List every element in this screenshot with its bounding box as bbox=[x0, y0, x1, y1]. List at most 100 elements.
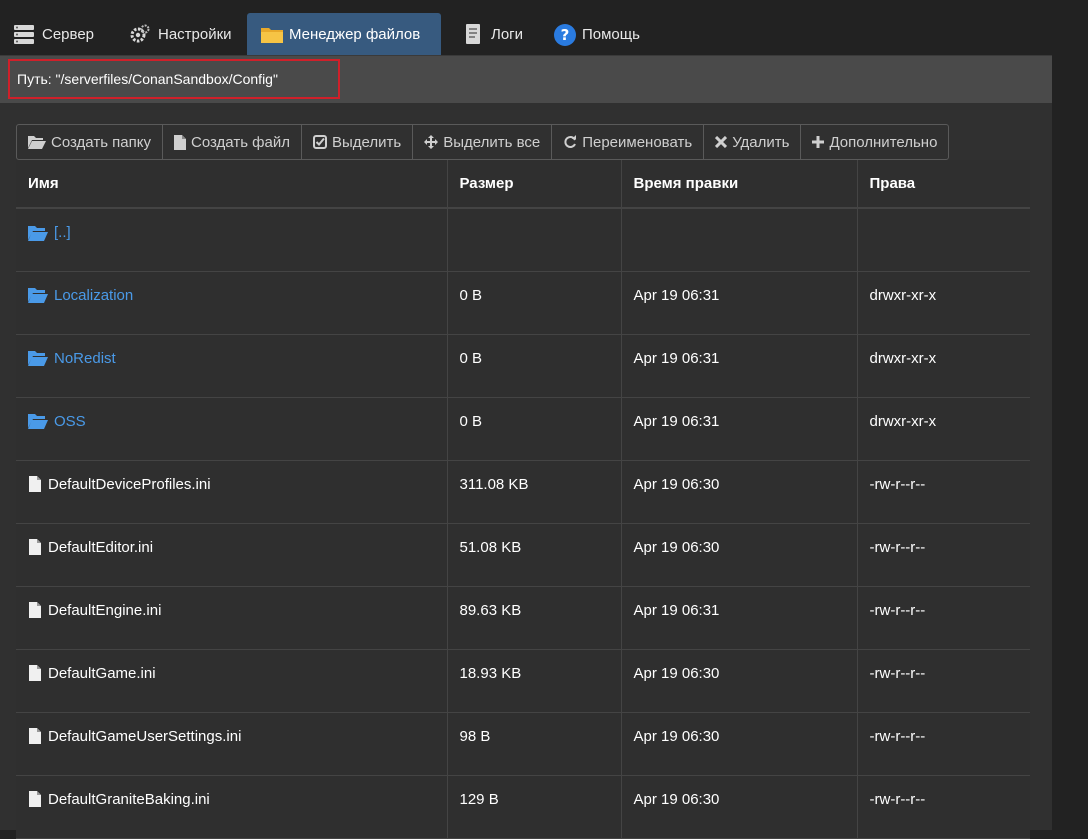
cell-size: 89.63 KB bbox=[447, 586, 622, 650]
cell-permissions: -rw-r--r-- bbox=[857, 586, 1030, 650]
file-icon bbox=[28, 665, 42, 681]
button-label: Создать папку bbox=[51, 133, 151, 151]
tab-label: Настройки bbox=[158, 25, 232, 43]
svg-text:?: ? bbox=[561, 26, 570, 44]
log-file-icon bbox=[462, 23, 484, 45]
file-name: DefaultGame.ini bbox=[48, 664, 156, 682]
cell-size: 98 B bbox=[447, 712, 622, 776]
table-row[interactable]: OSS 0 B Apr 19 06:31 drwxr-xr-x bbox=[16, 397, 1030, 461]
refresh-icon bbox=[564, 135, 577, 148]
cell-modified: Apr 19 06:30 bbox=[621, 775, 858, 839]
cell-permissions: -rw-r--r-- bbox=[857, 649, 1030, 713]
cell-permissions: -rw-r--r-- bbox=[857, 775, 1030, 839]
table-row[interactable]: DefaultGameUserSettings.ini 98 B Apr 19 06… bbox=[16, 712, 1030, 776]
folder-link[interactable]: OSS bbox=[54, 413, 86, 430]
select-all-button[interactable]: Выделить все bbox=[412, 124, 553, 160]
tab-help[interactable]: ? Помощь bbox=[540, 13, 653, 55]
table-row[interactable]: DefaultEditor.ini 51.08 KB Apr 19 06:30 -rw… bbox=[16, 523, 1030, 587]
more-button[interactable]: Дополнительно bbox=[800, 124, 950, 160]
column-header-name[interactable]: Имя bbox=[16, 160, 448, 209]
table-row[interactable]: [..] bbox=[16, 208, 1030, 272]
folder-link[interactable]: Localization bbox=[54, 287, 133, 304]
tab-label: Менеджер файлов bbox=[289, 25, 421, 43]
cell-permissions: drwxr-xr-x bbox=[857, 397, 1030, 461]
cell-name: NoRedist bbox=[16, 334, 448, 398]
cell-size: 0 B bbox=[447, 397, 622, 461]
button-label: Создать файл bbox=[191, 133, 290, 151]
file-name: DefaultEditor.ini bbox=[48, 538, 154, 556]
cell-size: 51.08 KB bbox=[447, 523, 622, 587]
rename-button[interactable]: Переименовать bbox=[551, 124, 705, 160]
file-icon bbox=[28, 539, 42, 555]
path-bar: Путь: "/serverfiles/ConanSandbox/Config" bbox=[0, 56, 1052, 103]
column-header-modified[interactable]: Время правки bbox=[621, 160, 858, 209]
file-name: DefaultGraniteBaking.ini bbox=[48, 790, 210, 808]
select-button[interactable]: Выделить bbox=[301, 124, 414, 160]
cell-size: 0 B bbox=[447, 271, 622, 335]
button-label: Переименовать bbox=[582, 133, 693, 151]
cell-name: DefaultEditor.ini bbox=[16, 523, 448, 587]
cell-name: DefaultGameUserSettings.ini bbox=[16, 712, 448, 776]
file-icon bbox=[28, 476, 42, 492]
create-file-button[interactable]: Создать файл bbox=[162, 124, 302, 160]
cell-permissions bbox=[857, 208, 1030, 272]
column-header-size[interactable]: Размер bbox=[447, 160, 622, 209]
file-icon bbox=[28, 728, 42, 744]
button-label: Выделить все bbox=[443, 133, 541, 151]
table-row[interactable]: NoRedist 0 B Apr 19 06:31 drwxr-xr-x bbox=[16, 334, 1030, 398]
create-folder-button[interactable]: Создать папку bbox=[16, 124, 163, 160]
tab-logs[interactable]: Логи bbox=[449, 13, 536, 55]
button-label: Дополнительно bbox=[829, 133, 938, 151]
file-table: Имя Размер Время правки Права [..] Locali… bbox=[16, 160, 1030, 839]
table-row[interactable]: DefaultGraniteBaking.ini 129 B Apr 19 06:3… bbox=[16, 775, 1030, 839]
folder-open-icon bbox=[28, 136, 46, 149]
folder-open-icon bbox=[28, 350, 48, 366]
cell-permissions: -rw-r--r-- bbox=[857, 712, 1030, 776]
table-row[interactable]: DefaultGame.ini 18.93 KB Apr 19 06:30 -rw-r… bbox=[16, 649, 1030, 713]
cell-name: DefaultGraniteBaking.ini bbox=[16, 775, 448, 839]
cell-name: DefaultDeviceProfiles.ini bbox=[16, 460, 448, 524]
cell-modified: Apr 19 06:31 bbox=[621, 397, 858, 461]
cell-permissions: drwxr-xr-x bbox=[857, 271, 1030, 335]
cell-name: DefaultEngine.ini bbox=[16, 586, 448, 650]
button-label: Удалить bbox=[732, 133, 790, 151]
cell-size: 18.93 KB bbox=[447, 649, 622, 713]
cell-permissions: -rw-r--r-- bbox=[857, 523, 1030, 587]
cell-modified bbox=[621, 208, 858, 272]
file-name: DefaultDeviceProfiles.ini bbox=[48, 475, 211, 493]
table-header-row: Имя Размер Время правки Права bbox=[16, 160, 1030, 209]
tab-file-manager[interactable]: Менеджер файлов bbox=[247, 13, 441, 55]
folder-open-icon bbox=[28, 225, 48, 241]
cell-size bbox=[447, 208, 622, 272]
folder-link[interactable]: [..] bbox=[54, 224, 71, 241]
folder-open-icon bbox=[28, 413, 48, 429]
cell-name: OSS bbox=[16, 397, 448, 461]
table-row[interactable]: Localization 0 B Apr 19 06:31 drwxr-xr-x bbox=[16, 271, 1030, 335]
tab-server[interactable]: Сервер bbox=[0, 13, 107, 55]
file-name: DefaultEngine.ini bbox=[48, 601, 162, 619]
cell-size: 129 B bbox=[447, 775, 622, 839]
cell-name: Localization bbox=[16, 271, 448, 335]
folder-link[interactable]: NoRedist bbox=[54, 350, 116, 367]
folder-open-icon bbox=[28, 287, 48, 303]
file-manager-panel: Создать папку Создать файл Выделить Выде… bbox=[0, 103, 1052, 839]
column-header-permissions[interactable]: Права bbox=[857, 160, 1030, 209]
file-name: DefaultGameUserSettings.ini bbox=[48, 727, 242, 745]
tab-settings[interactable]: Настройки bbox=[116, 13, 245, 55]
move-arrows-icon bbox=[424, 135, 439, 149]
folder-icon bbox=[260, 23, 283, 45]
table-row[interactable]: DefaultDeviceProfiles.ini 311.08 KB Apr 19… bbox=[16, 460, 1030, 524]
help-icon: ? bbox=[553, 23, 576, 46]
current-path: Путь: "/serverfiles/ConanSandbox/Config" bbox=[8, 59, 340, 99]
delete-button[interactable]: Удалить bbox=[703, 124, 802, 160]
plus-icon bbox=[812, 136, 825, 148]
tab-label: Помощь bbox=[582, 25, 640, 43]
cell-modified: Apr 19 06:30 bbox=[621, 649, 858, 713]
cell-modified: Apr 19 06:31 bbox=[621, 271, 858, 335]
cell-modified: Apr 19 06:31 bbox=[621, 334, 858, 398]
close-icon bbox=[715, 136, 728, 148]
cell-size: 0 B bbox=[447, 334, 622, 398]
table-row[interactable]: DefaultEngine.ini 89.63 KB Apr 19 06:31 -rw… bbox=[16, 586, 1030, 650]
tab-label: Логи bbox=[491, 25, 524, 43]
cell-permissions: -rw-r--r-- bbox=[857, 460, 1030, 524]
